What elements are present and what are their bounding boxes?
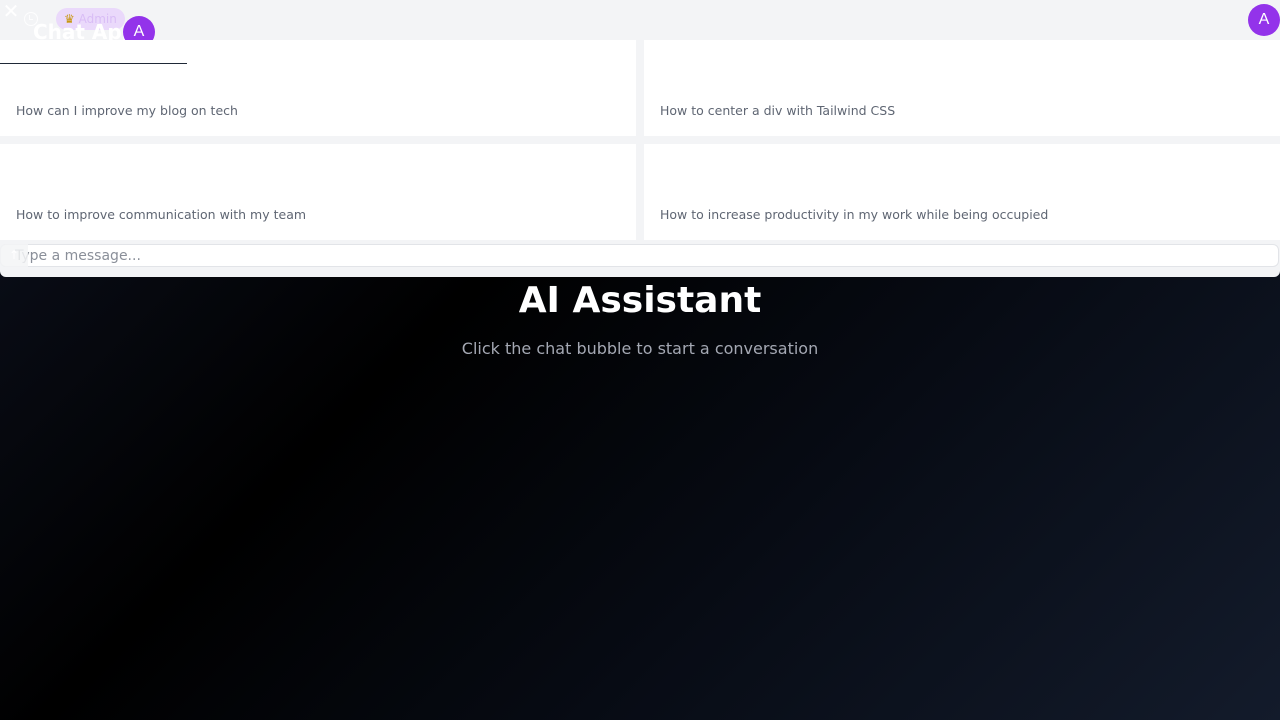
close-icon[interactable]: ✕ [2,1,20,21]
suggestion-text: How to center a div with Tailwind CSS [660,103,896,118]
hero-title: AI Assistant [518,280,762,321]
suggestion-text: How to increase productivity in my work … [660,207,1049,222]
message-input[interactable] [0,244,1279,267]
suggestion-text: How can I improve my blog on tech [16,103,238,118]
chat-panel: ✕ ♛ Admin Chat App A A How can I improve… [0,0,1280,277]
message-input-wrapper: ↑ [0,244,1280,267]
suggestion-card[interactable]: How to increase productivity in my work … [644,144,1280,240]
chat-header: ✕ ♛ Admin Chat App A A [0,0,1280,48]
header-divider [0,63,187,64]
hero-subtitle: Click the chat bubble to start a convers… [461,339,819,358]
suggestion-card[interactable]: How can I improve my blog on tech [0,40,636,136]
suggestion-card[interactable]: How to improve communication with my tea… [0,144,636,240]
suggestion-text: How to improve communication with my tea… [16,207,307,222]
suggestion-card[interactable]: How to center a div with Tailwind CSS [644,40,1280,136]
send-arrow-icon[interactable]: ↑ [0,244,28,267]
user-avatar[interactable]: A [1248,4,1280,36]
